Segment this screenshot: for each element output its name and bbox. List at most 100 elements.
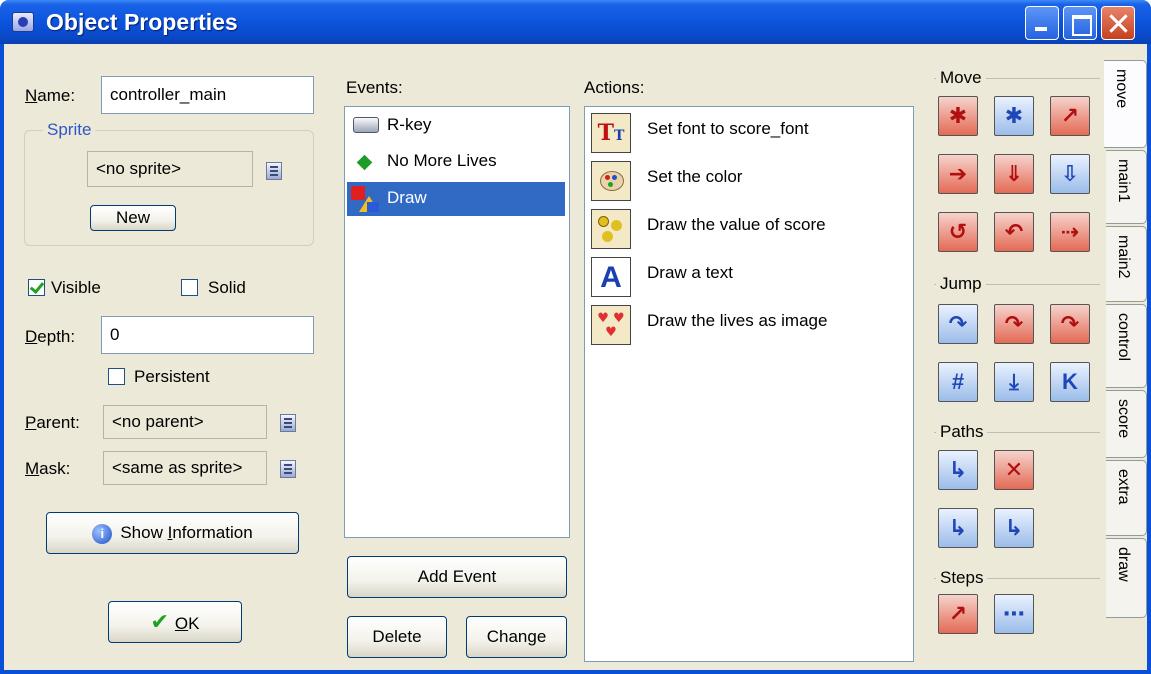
mask-browse-icon[interactable] [280,460,296,478]
tab-main2[interactable]: main2 [1106,226,1147,302]
step-towards-icon[interactable]: ↗ [938,594,978,634]
title-bar[interactable]: Object Properties [0,0,1151,44]
palette-group-jump: Jump [936,274,986,294]
set-friction-icon[interactable]: ⇢ [1050,212,1090,252]
action-item[interactable]: Draw the value of score [589,207,909,253]
jump-position-icon[interactable]: ↷ [938,304,978,344]
speed-horizontal-icon[interactable]: ➔ [938,154,978,194]
window-title: Object Properties [46,9,238,35]
snap-grid-icon[interactable]: # [938,362,978,402]
path-position-icon[interactable]: ↳ [938,508,978,548]
bounce-icon[interactable]: K [1050,362,1090,402]
persistent-checkbox[interactable] [108,368,125,385]
tab-main1[interactable]: main1 [1106,150,1147,224]
move-free-icon[interactable]: ✱ [994,96,1034,136]
show-information-button[interactable]: i Show Information [46,512,299,554]
speed-vertical-icon[interactable]: ⇓ [994,154,1034,194]
step-avoiding-icon[interactable]: ⋯ [994,594,1034,634]
set-path-icon[interactable]: ↳ [938,450,978,490]
change-event-button[interactable]: Change [466,616,567,658]
event-label: No More Lives [387,151,497,170]
set-gravity-icon[interactable]: ⇩ [1050,154,1090,194]
parent-browse-icon[interactable] [280,414,296,432]
green-diamond-icon [356,154,373,171]
event-item-selected[interactable]: Draw [347,182,565,216]
jump-start-icon[interactable]: ↷ [994,304,1034,344]
palette-group-move: Move [936,68,986,88]
hearts-icon: ♥ ♥ ♥ [591,305,631,345]
action-label: Draw the value of score [647,215,826,234]
sprite-field: <no sprite> [87,151,253,187]
name-label: Name: [25,86,76,105]
add-event-button[interactable]: Add Event [347,556,567,598]
object-properties-window: Object Properties Name: controller_main … [0,0,1151,674]
close-button[interactable] [1101,6,1135,40]
events-label: Events: [346,78,403,97]
move-contact-icon[interactable]: ⤓ [994,362,1034,402]
tab-score[interactable]: score [1106,390,1147,458]
maximize-button[interactable] [1063,6,1097,40]
jump-random-icon[interactable]: ↷ [1050,304,1090,344]
tab-move[interactable]: move [1104,60,1147,148]
path-speed-icon[interactable]: ↳ [994,508,1034,548]
action-item[interactable]: ♥ ♥ ♥ Draw the lives as image [589,303,909,349]
parent-field: <no parent> [103,405,267,439]
move-towards-icon[interactable]: ↗ [1050,96,1090,136]
action-item[interactable]: Set the color [589,159,909,205]
ok-label: OK [174,614,200,633]
name-input[interactable]: controller_main [101,76,314,114]
font-icon: TT [591,113,631,153]
new-sprite-button[interactable]: New [90,205,176,231]
info-icon: i [92,523,113,544]
action-item[interactable]: TT Set font to score_font [589,111,909,157]
palette-group-paths: Paths [936,422,988,442]
event-item[interactable]: No More Lives [347,145,565,179]
tab-label: extra [1115,469,1132,505]
delete-event-button[interactable]: Delete [347,616,447,658]
minimize-button[interactable] [1025,6,1059,40]
tab-label: score [1115,399,1132,439]
reverse-vertical-icon[interactable]: ↶ [994,212,1034,252]
tab-draw[interactable]: draw [1106,538,1147,618]
event-label: Draw [387,188,427,207]
depth-label: Depth: [25,327,76,346]
palette-icon [591,161,631,201]
action-label: Draw a text [647,263,733,282]
depth-input[interactable]: 0 [101,316,314,354]
draw-shapes-icon [351,186,379,212]
ok-button[interactable]: ✔ OK [108,601,242,643]
checkmark-icon: ✔ [150,609,169,634]
tab-label: main1 [1115,159,1132,203]
persistent-label: Persistent [134,367,210,386]
move-fixed-icon[interactable]: ✱ [938,96,978,136]
letter-a-icon: A [591,257,631,297]
tab-label: main2 [1115,235,1132,279]
solid-checkbox[interactable] [181,279,198,296]
parent-label: Parent: [25,413,80,432]
action-item[interactable]: A Draw a text [589,255,909,301]
tab-label: move [1113,69,1130,109]
mask-field: <same as sprite> [103,451,267,485]
visible-label: Visible [51,278,101,297]
tab-label: draw [1115,547,1132,582]
action-label: Draw the lives as image [647,311,828,330]
reverse-horizontal-icon[interactable]: ↺ [938,212,978,252]
action-palette: Move ✱ ✱ ↗ ➔ ⇓ ⇩ ↺ ↶ ⇢ Jump ↷ ↷ ↷ # ⤓ K … [928,64,1108,670]
action-label: Set font to score_font [647,119,809,138]
tab-label: control [1115,313,1132,362]
events-list[interactable]: R-key No More Lives Draw [344,106,570,538]
tab-extra[interactable]: extra [1106,460,1147,536]
end-path-icon[interactable]: ✕ [994,450,1034,490]
app-icon [12,12,34,32]
visible-checkbox[interactable] [28,279,45,296]
coins-icon [591,209,631,249]
event-label: R-key [387,115,432,134]
actions-label: Actions: [584,78,645,97]
keyboard-icon [353,117,379,133]
show-information-label: Show Information [120,523,253,542]
sprite-browse-icon[interactable] [266,162,282,180]
event-item[interactable]: R-key [347,109,565,143]
actions-list[interactable]: TT Set font to score_font Set the color … [584,106,914,662]
action-label: Set the color [647,167,743,186]
tab-control[interactable]: control [1106,304,1147,388]
